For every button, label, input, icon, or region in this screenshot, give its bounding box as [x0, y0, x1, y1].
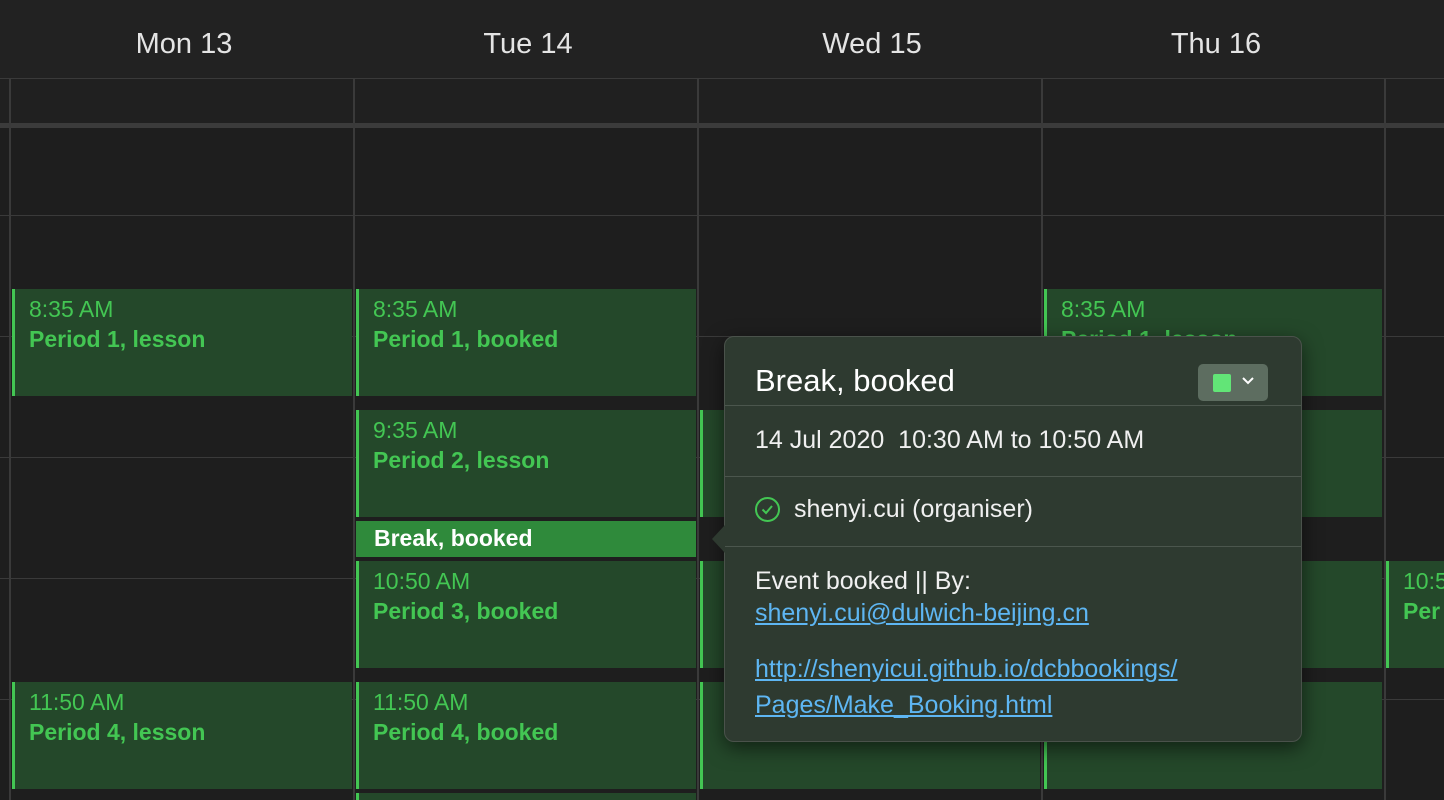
event-title: Period 4, lesson — [29, 719, 206, 745]
popover-divider — [725, 546, 1301, 547]
day-divider — [9, 79, 11, 800]
event-notes[interactable]: Event booked || By: shenyi.cui@dulwich-b… — [755, 565, 1089, 629]
color-swatch — [1213, 374, 1231, 392]
event-time: 8:35 AM — [29, 296, 114, 322]
popover-divider — [725, 405, 1301, 406]
event-time: 8:35 AM — [1061, 296, 1146, 322]
event-details-popover[interactable]: Break, booked 14 Jul 2020 10:30 AM to 10… — [712, 336, 1302, 742]
event-tue-break-selected[interactable]: Break, booked — [356, 521, 696, 557]
note-prefix: Event booked || By: — [755, 567, 971, 595]
chevron-down-icon — [1241, 368, 1255, 398]
calendar-color-button[interactable] — [1198, 364, 1268, 401]
event-time: 10:5 — [1403, 568, 1444, 594]
event-date-range[interactable]: 14 Jul 2020 10:30 AM to 10:50 AM — [755, 426, 1144, 455]
attendee-organiser[interactable]: shenyi.cui (organiser) — [794, 495, 1033, 524]
event-title: Period 2, lesson — [373, 447, 550, 473]
event-time: 10:50 AM — [373, 568, 471, 594]
day-header-tue[interactable]: Tue 14 — [356, 28, 700, 61]
booking-url-link-line1[interactable]: http://shenyicui.github.io/dcbbookings/ — [755, 655, 1178, 683]
day-divider — [697, 79, 699, 800]
event-tue-period-1[interactable]: 8:35 AM Period 1, booked — [356, 289, 696, 396]
event-time: 11:50 AM — [373, 689, 469, 715]
event-tue-next[interactable] — [356, 793, 696, 800]
hour-line — [0, 215, 1444, 216]
event-mon-period-4[interactable]: 11:50 AM Period 4, lesson — [12, 682, 352, 789]
organiser-email-link[interactable]: shenyi.cui@dulwich-beijing.cn — [755, 599, 1089, 627]
event-title: Period 1, booked — [373, 326, 559, 352]
event-title: Period 4, booked — [373, 719, 559, 745]
day-divider — [1384, 79, 1386, 800]
event-title: Period 3, booked — [373, 598, 559, 624]
event-tue-period-4[interactable]: 11:50 AM Period 4, booked — [356, 682, 696, 789]
event-mon-period-1[interactable]: 8:35 AM Period 1, lesson — [12, 289, 352, 396]
popover-divider — [725, 476, 1301, 477]
event-title: Break, booked — [374, 525, 533, 551]
booking-url-link-line2[interactable]: Pages/Make_Booking.html — [755, 691, 1052, 719]
all-day-row[interactable] — [0, 79, 1444, 123]
week-header: Mon 13 Tue 14 Wed 15 Thu 16 — [0, 0, 1444, 79]
booking-url[interactable]: http://shenyicui.github.io/dcbbookings/ … — [755, 653, 1275, 725]
day-header-wed[interactable]: Wed 15 — [700, 28, 1044, 61]
day-divider — [353, 79, 355, 800]
event-tue-period-3[interactable]: 10:50 AM Period 3, booked — [356, 561, 696, 668]
event-tue-period-2[interactable]: 9:35 AM Period 2, lesson — [356, 410, 696, 517]
event-title: Period 1, lesson — [29, 326, 206, 352]
day-header-mon[interactable]: Mon 13 — [12, 28, 356, 61]
event-time: 11:50 AM — [29, 689, 125, 715]
day-header-thu[interactable]: Thu 16 — [1044, 28, 1388, 61]
event-fri-period-3[interactable]: 10:5 Per — [1386, 561, 1444, 668]
event-time: 9:35 AM — [373, 417, 458, 443]
event-time: 8:35 AM — [373, 296, 458, 322]
popover-arrow — [712, 525, 725, 553]
check-circle-icon — [755, 497, 780, 522]
event-title: Per — [1403, 598, 1441, 624]
popover-event-title[interactable]: Break, booked — [755, 363, 955, 399]
